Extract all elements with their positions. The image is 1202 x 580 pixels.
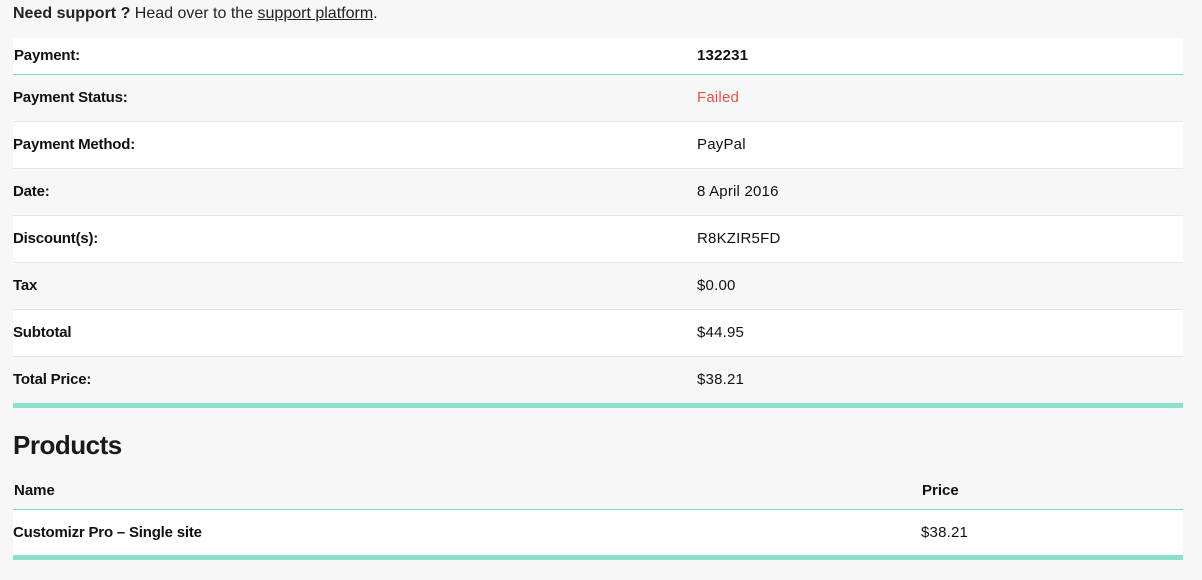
total-price-label: Total Price: [13, 371, 92, 389]
support-platform-link[interactable]: support platform [258, 5, 374, 22]
table-row: Tax $0.00 [13, 262, 1183, 309]
product-name: Customizr Pro – Single site [13, 523, 202, 541]
payment-id: 132231 [697, 47, 749, 65]
table-row: Customizr Pro – Single site $38.21 [13, 509, 1183, 555]
support-lead: Need support ? [13, 5, 131, 22]
receipt-header-row: Payment: 132231 [13, 38, 1183, 74]
payment-method-value: PayPal [697, 136, 746, 153]
subtotal-label: Subtotal [13, 324, 72, 341]
products-title: Products [13, 430, 122, 460]
payment-method-label: Payment Method: [13, 136, 136, 153]
payment-label: Payment: [14, 47, 80, 65]
table-row: Total Price: $38.21 [13, 356, 1183, 403]
receipt-page: Need support ? Head over to the support … [0, 0, 1202, 580]
table-row: Discount(s): R8KZIR5FD [13, 215, 1183, 262]
total-price-value: $38.21 [697, 371, 745, 389]
discount-label: Discount(s): [13, 230, 99, 247]
receipt-table: Payment: 132231 Payment Status: Failed P… [13, 38, 1183, 403]
products-divider [13, 555, 1183, 560]
table-row: Payment Method: PayPal [13, 121, 1183, 168]
discount-value: R8KZIR5FD [697, 230, 781, 247]
table-row: Payment Status: Failed [13, 74, 1183, 121]
date-label: Date: [13, 183, 50, 200]
receipt-divider [13, 403, 1183, 408]
payment-status-label: Payment Status: [13, 89, 128, 106]
table-row: Subtotal $44.95 [13, 309, 1183, 356]
price-column-header: Price [922, 481, 959, 499]
table-row: Date: 8 April 2016 [13, 168, 1183, 215]
support-notice: Need support ? Head over to the support … [13, 0, 1183, 28]
name-column-header: Name [14, 481, 55, 499]
support-text-end: . [373, 5, 378, 22]
products-header-row: Name Price [13, 472, 1183, 509]
subtotal-value: $44.95 [697, 324, 745, 341]
payment-status-value: Failed [697, 89, 740, 106]
product-price: $38.21 [921, 523, 969, 541]
tax-label: Tax [13, 277, 38, 294]
date-value: 8 April 2016 [697, 183, 779, 200]
support-text: Head over to the [130, 5, 258, 22]
tax-value: $0.00 [697, 277, 736, 294]
products-table: Name Price Customizr Pro – Single site $… [13, 472, 1183, 555]
